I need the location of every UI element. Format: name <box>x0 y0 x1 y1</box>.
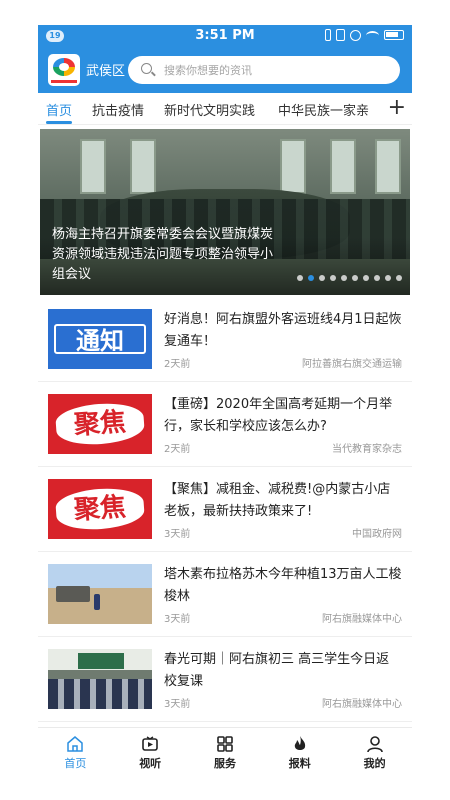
tv-play-icon <box>142 736 158 751</box>
news-item[interactable]: 聚焦 【聚焦】减租金、减税费!@内蒙古小店老板，最新扶持政策来了! 3天前 中国… <box>38 467 412 552</box>
app-screen: 19 3:51 PM 武侯区 首页 抗击疫情 新时代文明实践 中华民族一家亲 + <box>38 25 412 775</box>
carousel-dot[interactable] <box>297 275 303 281</box>
news-time: 3天前 <box>164 614 191 625</box>
news-source: 阿右旗融媒体中心 <box>322 699 402 710</box>
news-source: 中国政府网 <box>352 529 402 540</box>
news-source: 阿拉善旗右旗交通运输 <box>302 359 402 370</box>
carousel-dot[interactable] <box>308 275 314 281</box>
news-time: 3天前 <box>164 529 191 540</box>
active-tab-indicator <box>46 121 72 124</box>
nav-home[interactable]: 首页 <box>38 728 113 775</box>
category-tabs: 首页 抗击疫情 新时代文明实践 中华民族一家亲 + <box>38 93 412 125</box>
nav-label: 首页 <box>64 757 87 770</box>
nav-label: 报料 <box>288 757 311 770</box>
news-item[interactable]: 春光可期｜阿右旗初三 高三学生今日返校复课 3天前 阿右旗融媒体中心 <box>38 637 412 722</box>
news-title: 【重磅】2020年全国高考延期一个月举行，家长和学校应该怎么办? <box>164 397 393 434</box>
nav-profile[interactable]: 我的 <box>337 728 412 775</box>
nav-label: 视听 <box>139 757 162 770</box>
district-selector[interactable]: 武侯区 <box>86 60 125 79</box>
carousel-dot[interactable] <box>319 275 325 281</box>
app-header: 武侯区 <box>38 47 412 93</box>
bluetooth-icon <box>325 29 331 41</box>
nav-report[interactable]: 报料 <box>262 728 337 775</box>
system-icons <box>325 29 404 41</box>
carousel-dot[interactable] <box>385 275 391 281</box>
news-thumbnail: 聚焦 <box>48 479 152 539</box>
add-tab-button[interactable]: + <box>383 95 406 120</box>
banner-carousel[interactable]: 杨海主持召开旗委常委会会议暨旗煤炭资源领域违规违法问题专项整治领导小组会议 <box>40 129 410 295</box>
news-title: 春光可期｜阿右旗初三 高三学生今日返校复课 <box>164 652 390 689</box>
news-source: 当代教育家杂志 <box>332 444 402 455</box>
nav-service[interactable]: 服务 <box>188 728 263 775</box>
nav-label: 服务 <box>213 757 236 770</box>
news-time: 3天前 <box>164 699 191 710</box>
tab-civilization[interactable]: 新时代文明实践 <box>164 100 255 119</box>
news-thumbnail <box>48 649 152 709</box>
search-bar[interactable] <box>128 56 400 84</box>
news-title: 好消息！阿右旗盟外客运班线4月1日起恢复通车！ <box>164 312 402 349</box>
search-icon <box>141 63 152 74</box>
news-thumbnail: 通知 <box>48 309 152 369</box>
news-thumbnail: 聚焦 <box>48 394 152 454</box>
carousel-dot[interactable] <box>374 275 380 281</box>
nav-video[interactable]: 视听 <box>113 728 188 775</box>
news-title: 塔木素布拉格苏木今年种植13万亩人工梭梭林 <box>164 567 402 604</box>
vibrate-icon <box>336 29 345 41</box>
carousel-dot[interactable] <box>330 275 336 281</box>
search-input[interactable] <box>164 60 384 80</box>
grid-icon <box>217 736 233 752</box>
news-thumbnail <box>48 564 152 624</box>
news-list: 通知 好消息！阿右旗盟外客运班线4月1日起恢复通车！ 2天前 阿拉善旗右旗交通运… <box>38 297 412 722</box>
tab-nation-family[interactable]: 中华民族一家亲 <box>278 100 369 119</box>
bottom-nav: 首页 视听 服务 报料 我的 <box>38 727 412 775</box>
carousel-dot[interactable] <box>352 275 358 281</box>
battery-icon <box>384 30 404 40</box>
status-bar: 19 3:51 PM <box>38 25 412 47</box>
news-item[interactable]: 聚焦 【重磅】2020年全国高考延期一个月举行，家长和学校应该怎么办? 2天前 … <box>38 382 412 467</box>
carousel-dots <box>297 275 402 281</box>
user-icon <box>366 736 383 753</box>
alarm-icon <box>350 29 361 41</box>
carousel-dot[interactable] <box>341 275 347 281</box>
news-item[interactable]: 塔木素布拉格苏木今年种植13万亩人工梭梭林 3天前 阿右旗融媒体中心 <box>38 552 412 637</box>
wifi-icon <box>366 30 379 40</box>
tab-epidemic[interactable]: 抗击疫情 <box>92 100 144 119</box>
flame-icon <box>294 736 305 750</box>
news-item[interactable]: 通知 好消息！阿右旗盟外客运班线4月1日起恢复通车！ 2天前 阿拉善旗右旗交通运… <box>38 297 412 382</box>
carousel-dot[interactable] <box>396 275 402 281</box>
news-time: 2天前 <box>164 359 191 370</box>
tab-home[interactable]: 首页 <box>46 100 72 119</box>
news-source: 阿右旗融媒体中心 <box>322 614 402 625</box>
nav-label: 我的 <box>363 757 386 770</box>
carousel-dot[interactable] <box>363 275 369 281</box>
banner-caption: 杨海主持召开旗委常委会会议暨旗煤炭资源领域违规违法问题专项整治领导小组会议 <box>52 227 274 282</box>
news-title: 【聚焦】减租金、减税费!@内蒙古小店老板，最新扶持政策来了! <box>164 482 391 519</box>
app-logo[interactable] <box>48 54 80 86</box>
home-icon <box>67 736 84 752</box>
news-time: 2天前 <box>164 444 191 455</box>
